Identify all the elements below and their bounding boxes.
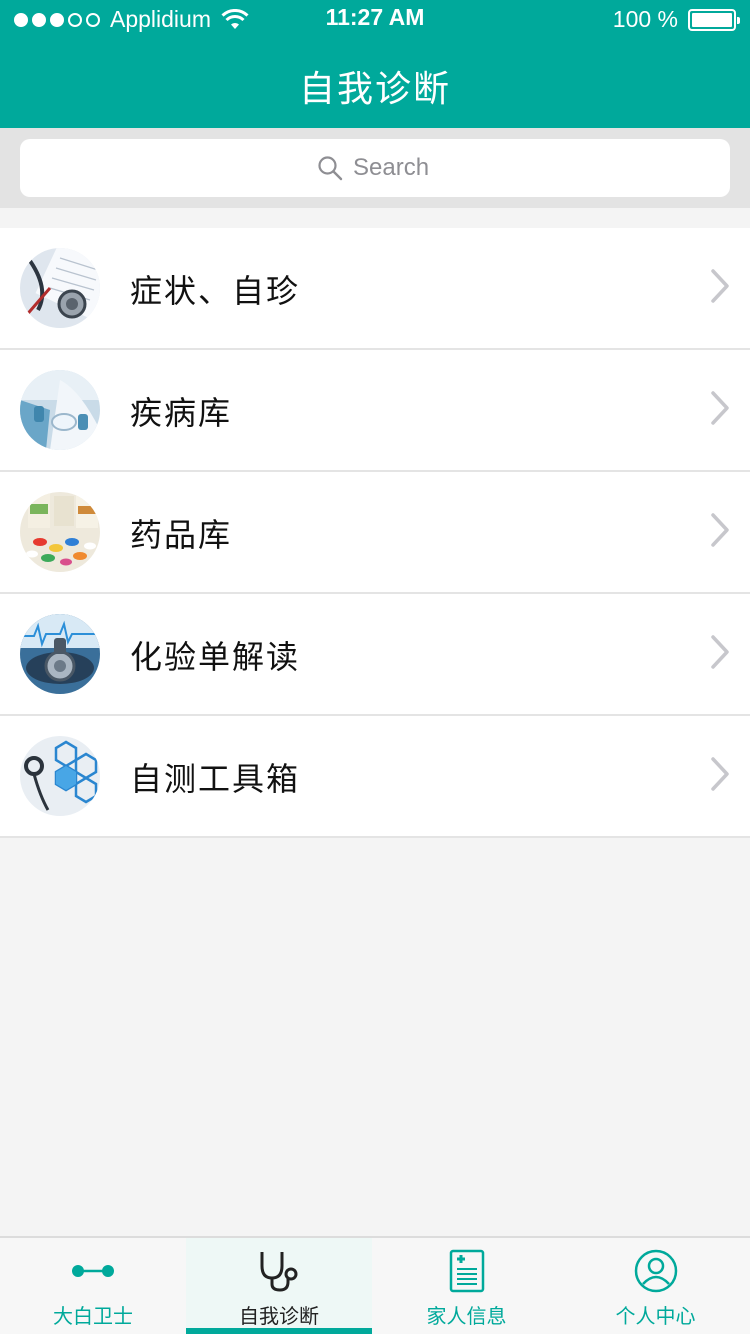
search-bar-container (0, 128, 750, 208)
list-item-drug-library[interactable]: 药品库 (0, 472, 750, 594)
list-item-lab-report[interactable]: 化验单解读 (0, 594, 750, 716)
list-item-label: 自测工具箱 (130, 760, 301, 798)
stethoscope-chart-image (20, 248, 100, 328)
navigation-header: Applidium 11:27 AM 100 % 自我诊断 (0, 0, 750, 128)
lab-scientist-image (20, 370, 100, 450)
search-input[interactable] (353, 154, 433, 182)
chevron-right-icon (711, 513, 729, 547)
list-item-self-test-toolbox[interactable]: 自测工具箱 (0, 716, 750, 838)
medical-hexagon-image (20, 736, 100, 816)
list-item-label: 症状、自珍 (130, 272, 301, 310)
tab-label: 大白卫士 (53, 1304, 133, 1328)
stethoscope-ecg-image (20, 614, 100, 694)
tab-dabai-guard[interactable]: 大白卫士 (0, 1238, 186, 1334)
battery-percentage: 100 % (612, 6, 678, 32)
chevron-right-icon (711, 269, 729, 303)
list-item-label: 药品库 (130, 516, 233, 554)
list-item-label: 疾病库 (130, 394, 233, 432)
tab-self-diagnosis[interactable]: 自我诊断 (186, 1238, 372, 1334)
tab-bar: 大白卫士 自我诊断 家人信息 个人中心 (0, 1236, 750, 1334)
status-right: 100 % (612, 6, 740, 33)
page-title: 自我诊断 (298, 69, 451, 110)
list-item-disease-library[interactable]: 疾病库 (0, 350, 750, 472)
chevron-right-icon (711, 635, 729, 669)
list-item-symptoms[interactable]: 症状、自珍 (0, 228, 750, 350)
tab-label: 个人中心 (615, 1304, 696, 1328)
user-circle-icon (634, 1249, 677, 1293)
search-icon (318, 156, 343, 181)
menu-list: 症状、自珍 疾病库 药品库 化验单解读 自测工具箱 (0, 228, 750, 838)
search-bar[interactable] (20, 139, 730, 197)
battery-icon (688, 8, 740, 31)
pills-image (20, 492, 100, 572)
chevron-right-icon (711, 757, 729, 791)
medical-record-icon (449, 1249, 484, 1293)
tab-personal-center[interactable]: 个人中心 (561, 1238, 750, 1334)
chevron-right-icon (711, 391, 729, 425)
tab-label: 家人信息 (426, 1304, 507, 1328)
status-bar: Applidium 11:27 AM 100 % (0, 0, 750, 40)
list-item-label: 化验单解读 (130, 638, 301, 676)
stethoscope-icon (260, 1252, 298, 1292)
connector-dots-icon (72, 1265, 114, 1277)
tab-label: 自我诊断 (239, 1304, 319, 1328)
tab-family-info[interactable]: 家人信息 (372, 1238, 561, 1334)
